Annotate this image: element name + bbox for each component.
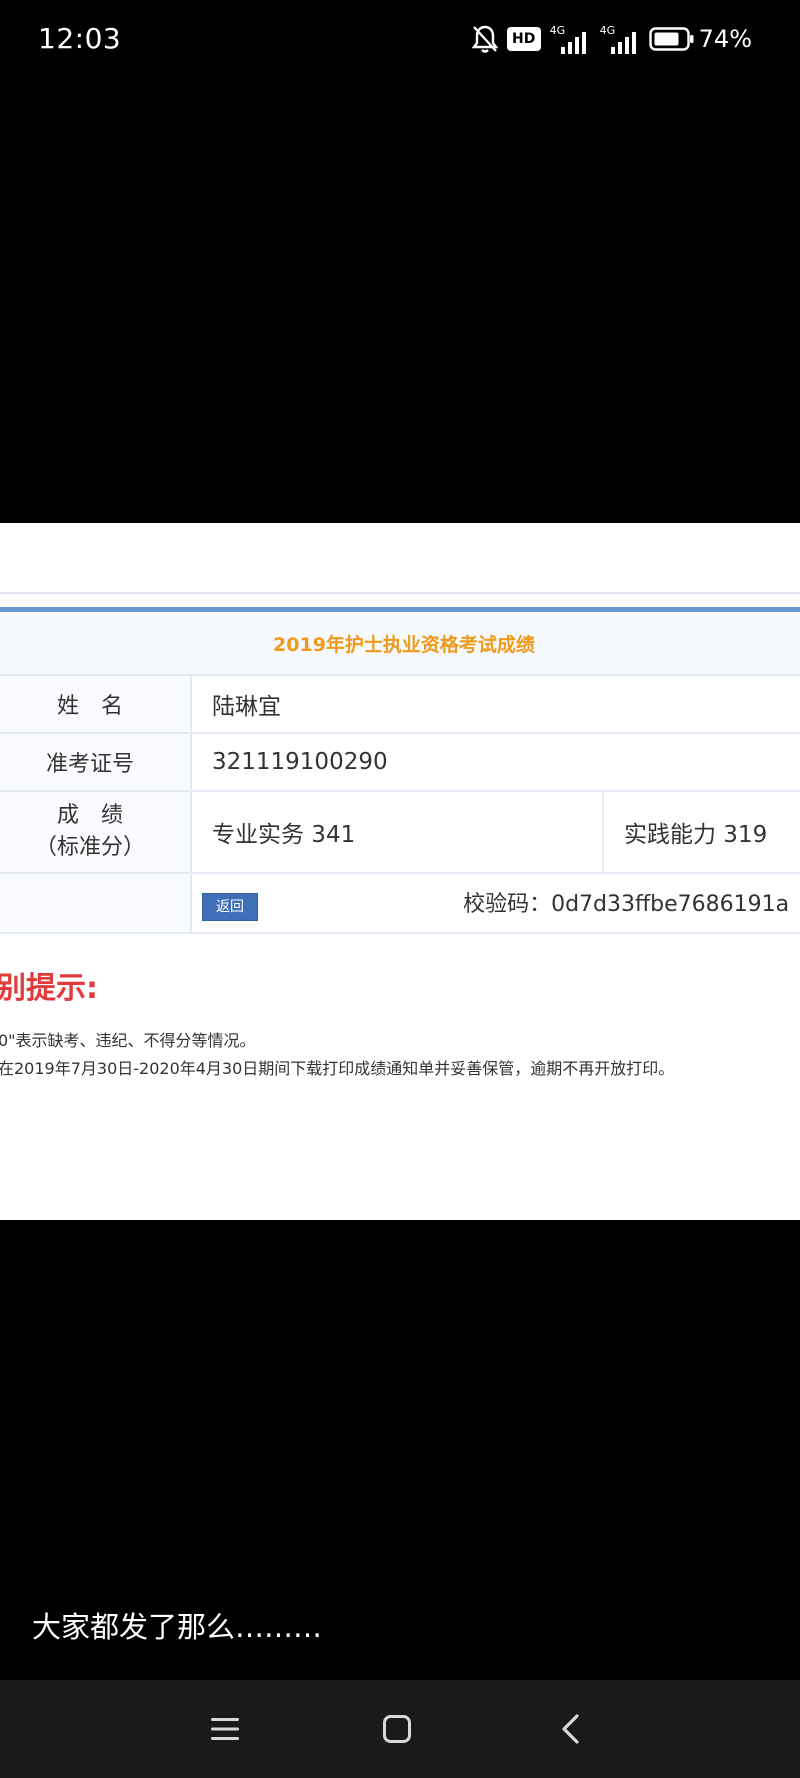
post-caption: 大家都发了那么……… xyxy=(32,1610,323,1644)
ticket-label: 准考证号 xyxy=(0,733,192,792)
score-report-image[interactable]: 2019年护士执业资格考试成绩 姓 名 陆琳宜 准考证号 32111910029… xyxy=(0,523,800,1220)
action-cell: 返回 校验码：0d7d33ffbe7686191a xyxy=(191,873,800,934)
verify-code: 校验码：0d7d33ffbe7686191a xyxy=(463,891,790,917)
status-time: 12:03 xyxy=(38,22,122,55)
hd-label: HD xyxy=(511,31,536,47)
return-button[interactable]: 返回 xyxy=(202,892,258,921)
battery-icon xyxy=(648,27,694,51)
status-bar: 12:03 HD 4G 4G 74% xyxy=(0,0,800,78)
table-row: 姓 名 陆琳宜 xyxy=(0,675,800,734)
score-table-title: 2019年护士执业资格考试成绩 xyxy=(0,612,800,676)
notice-line: 在2019年7月30日-2020年4月30日期间下载打印成绩通知单并妥善保管，逾… xyxy=(0,1059,675,1078)
back-chevron-icon xyxy=(562,1714,579,1744)
home-square-icon xyxy=(383,1715,411,1743)
menu-button[interactable] xyxy=(202,1706,248,1752)
table-row: 2019年护士执业资格考试成绩 xyxy=(0,612,800,676)
name-value: 陆琳宜 xyxy=(191,675,800,734)
ticket-value: 321119100290 xyxy=(191,733,800,792)
table-row: 准考证号 321119100290 xyxy=(0,733,800,792)
table-row: 返回 校验码：0d7d33ffbe7686191a xyxy=(0,873,800,934)
score-table: 2019年护士执业资格考试成绩 姓 名 陆琳宜 准考证号 32111910029… xyxy=(0,612,800,934)
battery-percent: 74% xyxy=(698,25,752,53)
notice-heading: 别提示: xyxy=(0,971,98,1006)
divider xyxy=(0,592,800,594)
home-button[interactable] xyxy=(374,1706,420,1752)
battery-indicator: 74% xyxy=(648,25,752,53)
signal-icon: 4G xyxy=(599,24,641,54)
notice-line: 0"表示缺考、违纪、不得分等情况。 xyxy=(0,1031,256,1050)
score-label-main: 成 绩 xyxy=(56,803,123,828)
mute-bell-icon xyxy=(471,24,499,54)
hd-icon: HD xyxy=(506,27,541,51)
menu-icon xyxy=(211,1718,239,1740)
professional-score: 专业实务 341 xyxy=(191,791,604,874)
back-button[interactable] xyxy=(548,1706,594,1752)
score-label: 成 绩 （标准分） xyxy=(0,791,192,874)
practice-score: 实践能力 319 xyxy=(603,791,800,874)
score-label-sub: （标准分） xyxy=(34,835,145,860)
name-label: 姓 名 xyxy=(0,675,192,734)
navigation-bar xyxy=(0,1680,800,1778)
empty-cell xyxy=(0,873,192,934)
table-row: 成 绩 （标准分） 专业实务 341 实践能力 319 xyxy=(0,791,800,874)
status-icons: HD 4G 4G 74% xyxy=(471,20,752,58)
signal-icon: 4G xyxy=(549,24,591,54)
